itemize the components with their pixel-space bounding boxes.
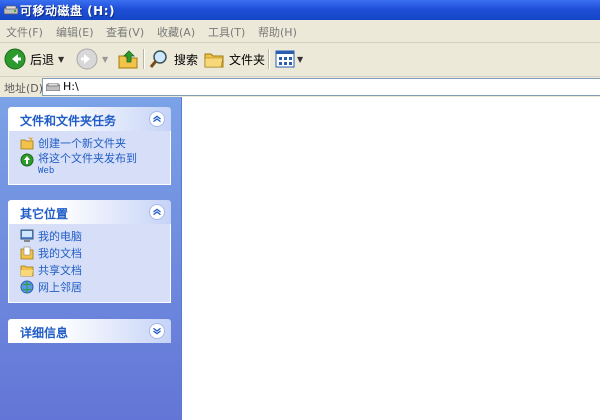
views-icon — [275, 50, 295, 68]
task-publish-web-label: 将这个文件夹发布到 — [38, 152, 137, 165]
back-button[interactable]: 后退 ▼ — [4, 47, 64, 71]
menu-file[interactable]: 文件(F) — [6, 24, 43, 40]
panel-header[interactable]: 其它位置 — [8, 200, 171, 224]
panel-header[interactable]: 详细信息 — [8, 319, 171, 343]
place-network-label: 网上邻居 — [38, 281, 82, 294]
back-label: 后退 — [30, 52, 55, 67]
up-folder-icon — [118, 50, 138, 69]
panel-body: 我的电脑 我的文档 共享文档 网上邻居 — [8, 224, 171, 303]
place-shared-documents-label: 共享文档 — [38, 264, 82, 277]
address-input[interactable]: H:\ — [42, 78, 600, 96]
task-publish-web[interactable]: 将这个文件夹发布到 Web — [9, 152, 170, 178]
collapse-chevron-icon[interactable] — [149, 111, 165, 127]
menu-bar: 文件(F) 编辑(E) 查看(V) 收藏(A) 工具(T) 帮助(H) — [0, 20, 600, 43]
panel-title: 文件和文件夹任务 — [20, 114, 117, 128]
task-pane: 文件和文件夹任务 创建一个新文件夹 将这个文件夹发布到 Web 其它位置 我的电… — [0, 97, 182, 420]
forward-button[interactable]: ▼ — [76, 47, 108, 71]
file-folder-tasks-panel: 文件和文件夹任务 创建一个新文件夹 将这个文件夹发布到 Web — [8, 107, 171, 185]
panel-title: 详细信息 — [20, 326, 69, 340]
expand-chevron-icon[interactable] — [149, 323, 165, 339]
address-bar: 地址(D) H:\ — [0, 77, 600, 98]
forward-dropdown-icon[interactable]: ▼ — [102, 55, 108, 64]
place-network[interactable]: 网上邻居 — [9, 279, 170, 296]
menu-favorites[interactable]: 收藏(A) — [157, 24, 195, 40]
task-new-folder[interactable]: 创建一个新文件夹 — [9, 135, 170, 152]
folders-button[interactable]: 文件夹 — [203, 47, 265, 71]
file-list-area[interactable] — [182, 97, 600, 420]
search-button[interactable]: 搜索 — [148, 47, 198, 71]
my-computer-icon — [20, 229, 34, 242]
menu-help[interactable]: 帮助(H) — [258, 24, 297, 40]
title-bar: 可移动磁盘 (H:) — [0, 0, 600, 20]
folder-icon — [204, 53, 224, 68]
other-places-panel: 其它位置 我的电脑 我的文档 共享文档 网上邻居 — [8, 200, 171, 303]
shared-folder-icon — [20, 265, 34, 277]
place-my-documents-label: 我的文档 — [38, 247, 82, 260]
folders-label: 文件夹 — [229, 52, 266, 67]
address-value: H:\ — [63, 80, 79, 93]
drive-icon — [4, 5, 18, 15]
collapse-chevron-icon[interactable] — [149, 204, 165, 220]
views-button[interactable]: ▼ — [274, 47, 303, 71]
new-folder-icon — [20, 136, 34, 150]
details-panel: 详细信息 — [8, 319, 171, 343]
drive-icon — [46, 83, 60, 91]
menu-edit[interactable]: 编辑(E) — [56, 24, 94, 40]
menu-view[interactable]: 查看(V) — [106, 24, 144, 40]
panel-header[interactable]: 文件和文件夹任务 — [8, 107, 171, 131]
task-publish-web-sub: Web — [38, 166, 55, 176]
up-folder-button[interactable] — [117, 47, 139, 71]
window-title: 可移动磁盘 (H:) — [20, 4, 115, 18]
search-icon — [149, 50, 167, 68]
toolbar-separator — [268, 49, 270, 69]
panel-title: 其它位置 — [20, 207, 69, 221]
place-my-computer-label: 我的电脑 — [38, 230, 82, 243]
panel-body: 创建一个新文件夹 将这个文件夹发布到 Web — [8, 131, 171, 185]
address-label: 地址(D) — [4, 82, 44, 95]
publish-web-icon — [20, 153, 34, 167]
menu-tools[interactable]: 工具(T) — [208, 24, 245, 40]
back-dropdown-icon[interactable]: ▼ — [58, 55, 64, 64]
back-arrow-icon — [4, 48, 26, 70]
toolbar: 后退 ▼ ▼ 搜索 文件夹 ▼ — [0, 43, 600, 77]
search-label: 搜索 — [174, 52, 199, 67]
toolbar-separator — [143, 49, 145, 69]
network-places-icon — [20, 280, 34, 294]
place-shared-documents[interactable]: 共享文档 — [9, 262, 170, 279]
views-dropdown-icon[interactable]: ▼ — [297, 55, 303, 64]
place-my-computer[interactable]: 我的电脑 — [9, 228, 170, 245]
place-my-documents[interactable]: 我的文档 — [9, 245, 170, 262]
my-documents-icon — [20, 246, 34, 260]
task-new-folder-label: 创建一个新文件夹 — [38, 137, 126, 150]
forward-arrow-icon — [76, 48, 98, 70]
